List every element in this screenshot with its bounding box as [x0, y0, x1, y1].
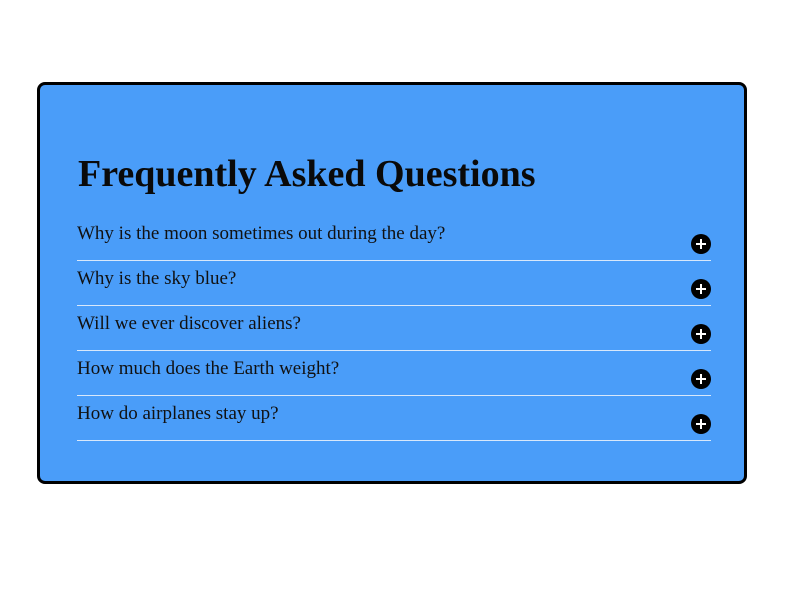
faq-item[interactable]: Why is the sky blue? [77, 261, 711, 306]
plus-circle-icon[interactable] [691, 234, 711, 254]
faq-item[interactable]: Why is the moon sometimes out during the… [77, 216, 711, 261]
faq-list: Why is the moon sometimes out during the… [77, 216, 711, 441]
faq-question: Will we ever discover aliens? [77, 313, 301, 334]
faq-item[interactable]: Will we ever discover aliens? [77, 306, 711, 351]
faq-question: Why is the moon sometimes out during the… [77, 223, 446, 244]
faq-question: How do airplanes stay up? [77, 403, 279, 424]
plus-circle-icon[interactable] [691, 369, 711, 389]
faq-card: Frequently Asked Questions Why is the mo… [37, 82, 747, 484]
faq-title: Frequently Asked Questions [78, 153, 536, 195]
plus-circle-icon[interactable] [691, 324, 711, 344]
faq-item[interactable]: How do airplanes stay up? [77, 396, 711, 441]
faq-item[interactable]: How much does the Earth weight? [77, 351, 711, 396]
plus-circle-icon[interactable] [691, 279, 711, 299]
plus-circle-icon[interactable] [691, 414, 711, 434]
faq-question: How much does the Earth weight? [77, 358, 340, 379]
faq-question: Why is the sky blue? [77, 268, 237, 289]
